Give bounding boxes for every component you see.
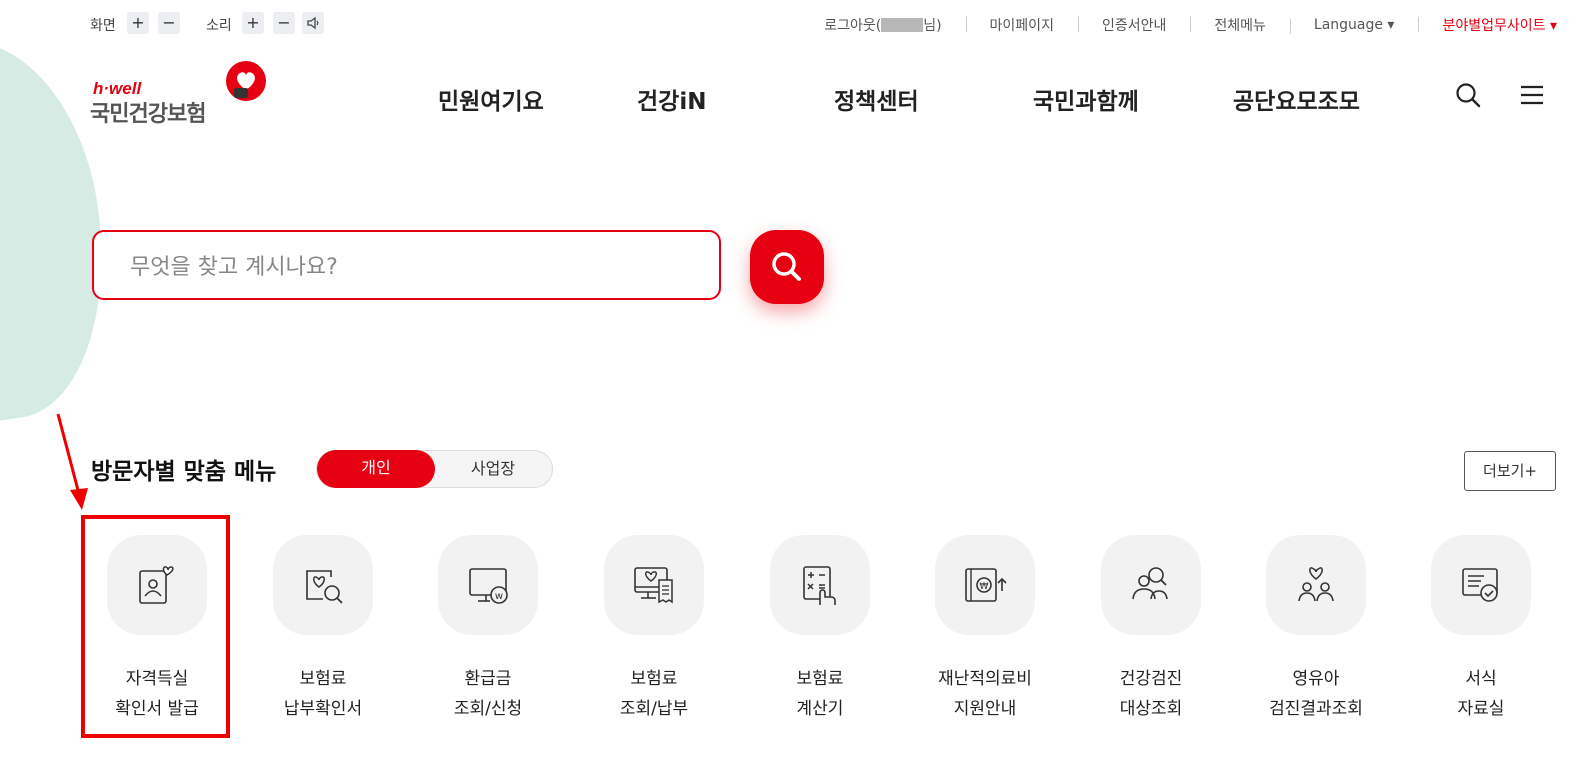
search-input[interactable]	[128, 249, 692, 285]
nav-item-about[interactable]: 공단요모조모	[1233, 82, 1360, 116]
tab-individual[interactable]: 개인	[317, 450, 435, 488]
menu-item-label: 보험료 조회/납부	[619, 669, 689, 719]
menu-item-premium-payment-cert[interactable]: 보험료 납부확인서	[243, 535, 403, 724]
cert-guide-link[interactable]: 인증서안내	[1077, 15, 1190, 35]
svg-text:w: w	[495, 591, 503, 602]
hamburger-menu-icon[interactable]	[1519, 84, 1545, 106]
menu-item-premium-inquiry[interactable]: 보험료 조회/납부	[574, 535, 734, 724]
search-button[interactable]	[750, 230, 824, 304]
menu-icon-bg	[273, 535, 373, 635]
menu-item-refund[interactable]: w 환급금 조회/신청	[408, 535, 568, 724]
menu-item-label: 보험료 계산기	[796, 669, 844, 719]
menu-icon-bg	[770, 535, 870, 635]
form-check-icon	[1462, 568, 1498, 602]
nav-item-civil[interactable]: 민원여기요	[438, 82, 544, 116]
sound-label: 소리	[206, 18, 232, 34]
menu-icon-bg: w	[438, 535, 538, 635]
screen-zoom-out-button[interactable]: −	[158, 12, 180, 34]
language-select[interactable]: Language ▾	[1289, 17, 1419, 34]
tab-business[interactable]: 사업장	[434, 451, 552, 487]
sound-down-button[interactable]: −	[273, 12, 295, 34]
svg-text:₩: ₩	[980, 582, 989, 592]
menu-item-catastrophic-medical[interactable]: ₩ 재난적의료비 지원안내	[905, 535, 1065, 724]
menu-item-premium-calculator[interactable]: 보험료 계산기	[740, 535, 900, 724]
nav-item-health-in[interactable]: 건강iN	[637, 82, 706, 116]
logout-link[interactable]: 로그아웃(님)	[800, 15, 965, 35]
site-logo[interactable]: h·well 국민건강보험	[90, 60, 270, 127]
logo-brand-kr: 국민건강보험	[90, 102, 206, 127]
menu-icon-bg: ₩	[935, 535, 1035, 635]
search-icon[interactable]	[1455, 82, 1481, 108]
section-title: 방문자별 맞춤 메뉴	[91, 459, 277, 485]
menu-item-forms-library[interactable]: 서식 자료실	[1401, 535, 1561, 724]
screen-zoom-in-button[interactable]: +	[127, 12, 149, 34]
all-menu-link[interactable]: 전체메뉴	[1190, 15, 1290, 35]
nav-item-together[interactable]: 국민과함께	[1033, 82, 1139, 116]
family-heart-icon	[1298, 567, 1334, 602]
screen-size-label: 화면	[90, 18, 116, 34]
menu-item-label: 보험료 납부확인서	[283, 669, 363, 719]
logo-heart-icon	[226, 61, 266, 101]
menu-icon-bg	[1266, 535, 1366, 635]
sound-up-button[interactable]: +	[242, 12, 264, 34]
speaker-icon[interactable]	[302, 12, 324, 34]
menu-icon-bg	[1431, 535, 1531, 635]
masked-username	[881, 18, 924, 32]
nav-item-policy[interactable]: 정책센터	[834, 82, 919, 116]
menu-item-label: 환급금 조회/신청	[453, 669, 523, 719]
utility-bar: 화면 + − 소리 + − 로그아웃(님) 마이페이지 인증서안내 전체메뉴 L…	[0, 10, 1579, 38]
menu-icon-bg	[604, 535, 704, 635]
utility-links: 로그아웃(님) 마이페이지 인증서안내 전체메뉴 Language ▾ 분야별업…	[800, 15, 1557, 35]
visitor-type-toggle: 개인 사업장	[316, 450, 553, 488]
monitor-receipt-icon	[634, 567, 673, 604]
monitor-won-icon: w	[469, 568, 508, 604]
more-button[interactable]: 더보기+	[1464, 451, 1556, 491]
search-box	[92, 230, 721, 300]
wallet-won-up-icon: ₩	[965, 568, 1007, 602]
annotation-highlight-box	[81, 515, 230, 738]
annotation-arrow-icon	[56, 413, 88, 510]
menu-item-label: 건강검진 대상조회	[1119, 669, 1183, 719]
document-search-icon	[306, 570, 343, 604]
menu-item-label: 서식 자료실	[1457, 669, 1505, 719]
menu-item-health-checkup-target[interactable]: 건강검진 대상조회	[1071, 535, 1231, 724]
search-icon	[772, 252, 801, 281]
mypage-link[interactable]: 마이페이지	[965, 15, 1078, 35]
menu-item-label: 재난적의료비 지원안내	[938, 669, 1032, 719]
menu-item-infant-checkup[interactable]: 영유아 검진결과조회	[1236, 535, 1396, 724]
menu-icon-bg	[1101, 535, 1201, 635]
menu-item-label: 영유아 검진결과조회	[1269, 669, 1363, 719]
field-sites-select[interactable]: 분야별업무사이트 ▾	[1418, 15, 1557, 35]
people-search-icon	[1132, 567, 1168, 600]
calculator-icon	[803, 566, 836, 605]
